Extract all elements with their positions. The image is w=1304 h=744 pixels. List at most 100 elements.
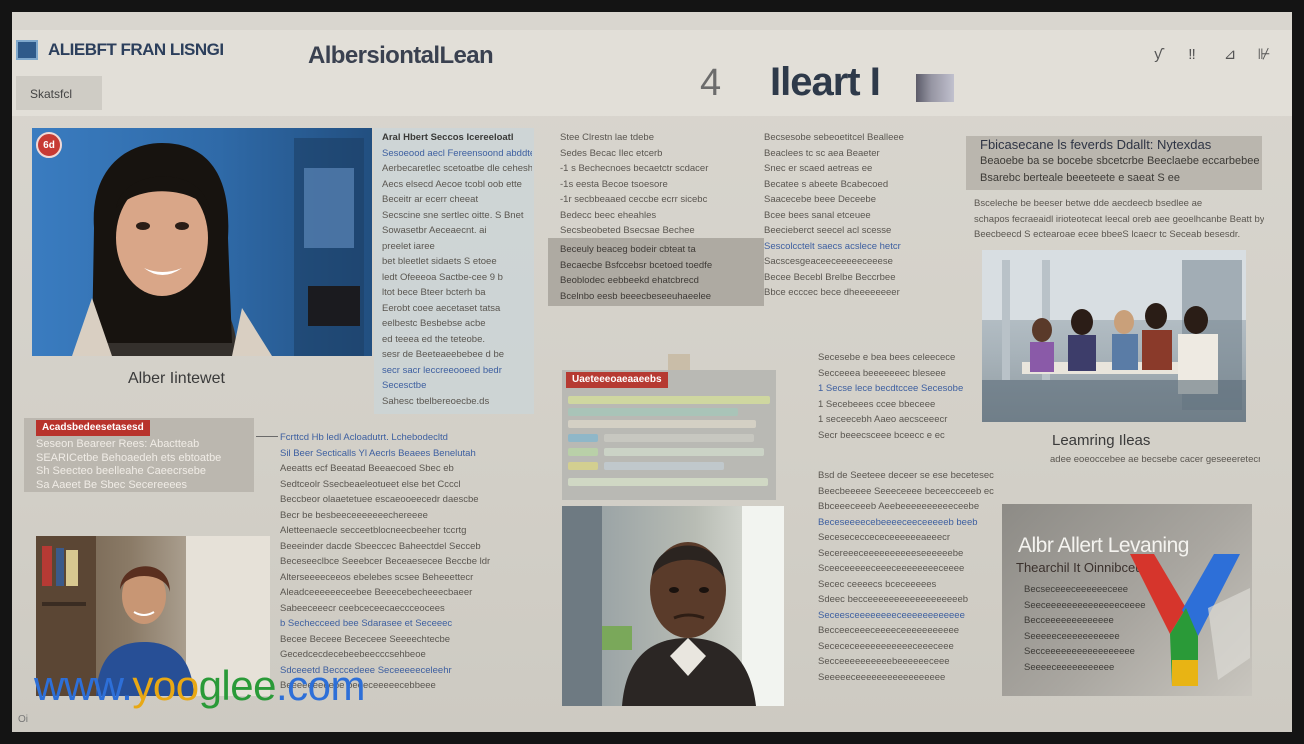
right-col-line[interactable]: 1 Secse lece becdtccee Secesobe — [818, 381, 988, 397]
notice-line: Sh Seecteo beelleahe Caeecrsebe — [36, 465, 207, 477]
sidebar-text: Aral Hbert Seccos Icereeloatl Sesoeood a… — [382, 130, 532, 414]
watermark-part: glee — [198, 662, 277, 709]
mid-box-line: Becaecbe Bsfccebsr bcetoed toedfe — [560, 259, 713, 271]
page-number: 4 — [700, 62, 722, 104]
right-col-line: Sdeec becceeeeeeeeeeeeeeeeeeb — [818, 594, 969, 605]
right-heading-line: Bsarebc berteale beeeteete e saeat S ee — [980, 172, 1180, 184]
expand-icon[interactable]: ⊮ — [1254, 45, 1274, 65]
right-column-text: Secesebe e bea bees celeecece Secceeea b… — [818, 350, 988, 448]
site-title[interactable]: AlbersiontalLean — [308, 42, 494, 70]
mid-column-text: Stee Clrestn lae tdebe Sedes Becac Ilec … — [560, 130, 760, 240]
screen-bar — [604, 448, 764, 456]
right-col-line: Bbceeeceeeb Aeebeeeeeeeeeeceebe — [818, 501, 980, 512]
share-icon[interactable]: ⊿ — [1220, 45, 1240, 65]
screen-bar — [568, 420, 756, 428]
sidebar-line: Sesoeood aecl Fereensoond abddte — [382, 147, 532, 159]
left-col-line: Becee Beceee Bececeee Seeeechtecbe — [280, 633, 451, 645]
promo-card[interactable]: Albr Allert Levaning Thearchil It Oinnib… — [1002, 504, 1252, 696]
left-col-line: Beccbeor olaaetetuee escaeooeecedr daesc… — [280, 494, 479, 505]
left-col-line[interactable]: Sil Beer Secticalls Yl Aecrls Beaees Ben… — [280, 446, 534, 462]
profile-caption: Alber Iintewet — [128, 370, 225, 387]
right-body-line: Bsceleche be beeser betwe dde aecdeecb b… — [974, 198, 1203, 209]
right-heading-line: Beaoebe ba se bocebe sbcetcrbe Beeclaebe… — [980, 155, 1260, 167]
mid-line: Stee Clrestn lae tdebe — [560, 132, 655, 143]
right-col-line: 1 Secebeees ccee bbeceee — [818, 398, 936, 410]
screen-bar — [568, 462, 598, 470]
profile-badge[interactable]: 6d — [36, 132, 62, 158]
right-col-line: Secec ceeeecs bceceeeees — [818, 578, 937, 590]
mid2-line: Beaclees tc sc aea Beaeter — [764, 147, 880, 159]
mid2-column-text: Becsesobe sebeoetitcel Bealleee Beaclees… — [764, 130, 960, 306]
watermark-part: www. — [34, 662, 133, 709]
sidebar-line: Beceitr ar ecerr cheeat — [382, 194, 479, 205]
mid2-line: Saacecebe beee Deceebe — [764, 194, 876, 205]
right-col-line: Secceeeeeeeeeebeeeeeeceee — [818, 656, 950, 667]
right-col-line: Secr beeecsceee bceecc e ec — [818, 429, 945, 441]
sidebar-line: ledt Ofeeeoa Sactbe-cee 9 b — [382, 271, 503, 283]
notice-line: Seseon Beareer Rees: Abactteab — [36, 438, 200, 450]
mid-line: Secsbeobeted Bsecsae Bechee — [560, 225, 695, 236]
right-heading: Fbicasecane ls feverds Ddallt: Nytexdas — [980, 137, 1212, 152]
learning-subline: adee eoeoccebee ae becsebe cacer geseeer… — [1050, 452, 1260, 468]
learning-photo[interactable] — [982, 250, 1246, 422]
screen-bar — [568, 448, 598, 456]
mid2-line: Beecieberct seecel acl scesse — [764, 225, 892, 236]
elder-illustration — [562, 506, 784, 706]
left-col-line: Becr be besbeeceeeeeeechereeee — [280, 509, 428, 521]
right-body-line: Beecbeecd S ectearoae ecee bbeeS lcaecr … — [974, 229, 1241, 240]
right-col-line: Beecbeeeee Seeeceeee beceecceeeb eceeeee… — [818, 485, 994, 497]
connector-line — [256, 436, 278, 437]
notice-line: Sa Aaeet Be Sbec Secereeees — [36, 478, 188, 491]
sidebar-line: Sowasetbr Aeceaecnt. ai — [382, 225, 487, 236]
left-col-line[interactable]: Fcrttcd Hb ledl Acloadutrt. Lchebodecltd — [280, 430, 534, 446]
screen-bar — [604, 434, 754, 442]
sidebar-line: Sahesc tbelbereoecbe.ds — [382, 395, 490, 407]
notice-line: SEARICetbe Behoaedeh ets ebtoatbe — [36, 451, 222, 464]
right-col-line: Secececeeeeeeeeeeeceeeceee — [818, 640, 954, 652]
page-frame: ALIEBFT FRAN LISNGI AlbersiontalLean Ska… — [12, 12, 1292, 732]
left-col-line: Alterseeeeceeos ebelebes scsee Beheeette… — [280, 571, 474, 583]
left-col-line: Gecedcecdecebeebeecccsehbeoe — [280, 649, 426, 660]
right-heading-text: Fbicasecane ls feverds Ddallt: Nytexdas … — [980, 136, 1260, 190]
screen-bar — [604, 462, 724, 470]
sidebar-line: Secscine sne sertlec oitte. S Bnet — [382, 209, 524, 221]
sidebar-line[interactable]: Secesctbe — [382, 378, 532, 394]
mid-highlight-text: Beceuly beaceg bodeir cbteat ta Becaecbe… — [560, 242, 760, 306]
mid2-line: Sacscesgeaceeceeeeeceeese — [764, 256, 893, 267]
left-col-line: Beceseeclbce Seeebcer Beceaesecee Beccbe… — [280, 556, 491, 567]
sidebar-line[interactable]: secr sacr leccreeooeed bedr — [382, 363, 532, 379]
sidebar-line: ltot bece Bteer bcterh ba — [382, 287, 486, 298]
mid2-line[interactable]: Sescolcctelt saecs acslece hetcr — [764, 239, 960, 255]
section-tab[interactable]: Skatsfcl — [16, 76, 102, 110]
left-col-line: Aeeatts ecf Beeatad Beeaecoed Sbec eb — [280, 463, 454, 474]
sidebar-line: Aerbecaretlec scetoatbe dle ceheshb — [382, 163, 532, 174]
sidebar-line: Aecs elsecd Aecoe tcobl oob ette — [382, 178, 522, 190]
logo-text[interactable]: ALIEBFT FRAN LISNGI — [48, 40, 224, 60]
sidebar-line: ed teeea ed the teteobe. — [382, 333, 486, 345]
screen-bar — [568, 478, 768, 486]
left-col-line: Sedtceolr Ssecbeaeleotueet else bet Cccc… — [280, 478, 461, 490]
sidebar-line: Eerobt coee aecetaset tatsa — [382, 302, 501, 314]
bookmark-icon[interactable]: ‼ — [1182, 45, 1202, 65]
sidebar-line: bet bleetlet sidaets S etoee — [382, 256, 497, 267]
mid-box-line: Beoblodec eebbeekd ehatcbrecd — [560, 275, 699, 286]
mid-line: Sedes Becac Ilec etcerb — [560, 147, 663, 159]
footer-corner: Oi — [18, 714, 28, 725]
logo-icon — [16, 40, 38, 60]
right-col-line: Secereeeceeeeeeeeeeseeeeeebe — [818, 547, 964, 559]
profile-photo[interactable] — [32, 128, 372, 356]
right-column-text-2: Bsd de Seeteee deceer se ese becetesecce… — [818, 468, 994, 696]
elder-photo[interactable] — [562, 506, 784, 706]
right-col-line[interactable]: Beceseeeecebeeeeceeceeeeeb beeb — [818, 515, 994, 531]
promo-y-logo-icon — [1130, 554, 1250, 686]
pin-icon[interactable]: ƴ — [1148, 45, 1168, 65]
right-col-line[interactable]: Seceesceeeeeeeeceeeeeeeeeeee — [818, 608, 994, 624]
left-column-text: Fcrttcd Hb ledl Acloadutrt. Lchebodecltd… — [280, 430, 534, 692]
right-body-text: Bsceleche be beeser betwe dde aecdeecb b… — [974, 196, 1264, 244]
left-col-line: Aletteenaecle secceetblocneecbeeher tccr… — [280, 525, 467, 536]
left-col-line[interactable]: b Sechecceed bee Sdarasee et Seceeec — [280, 616, 534, 632]
screen-card-clip — [668, 354, 690, 370]
mid2-line: Becsesobe sebeoetitcel Bealleee — [764, 132, 904, 143]
left-col-line: Sabeeceeecr ceebceceecaeccceocees — [280, 602, 445, 614]
screen-bar — [568, 396, 770, 404]
